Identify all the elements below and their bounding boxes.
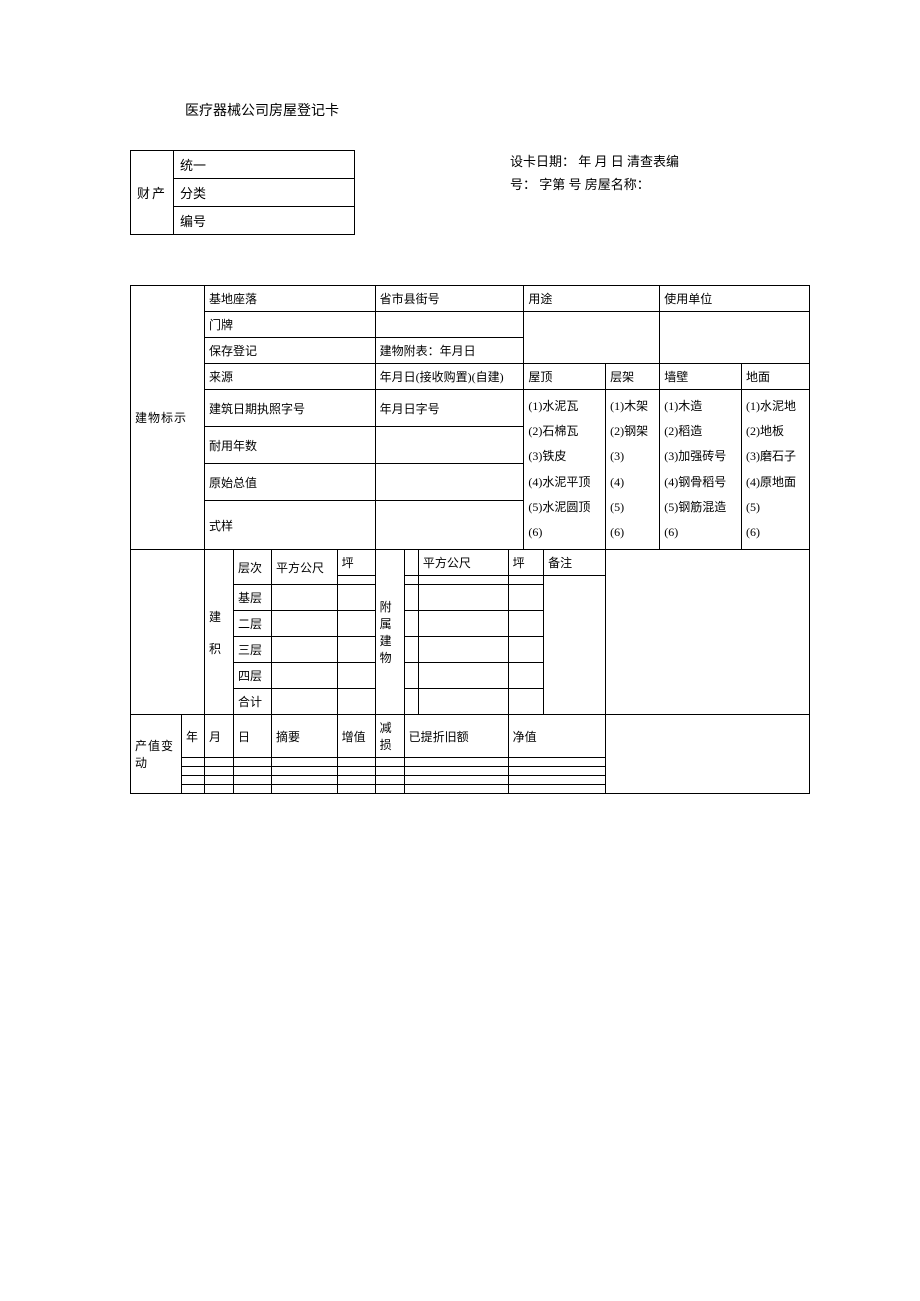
remark-body	[606, 550, 810, 715]
floor-surface-label: 地面	[742, 364, 810, 390]
door-label: 门牌	[205, 312, 376, 338]
source-value: 年月日(接收购置)(自建)	[375, 364, 524, 390]
frame-items: (1)木架 (2)钢架 (3) (4) (5) (6)	[606, 390, 660, 550]
style-label: 式样	[205, 501, 376, 550]
remark-label: 备注	[544, 550, 606, 576]
empty-left	[131, 550, 205, 715]
remark-empty	[544, 576, 606, 715]
att-r3-c1	[404, 637, 418, 663]
building-label: 建物标示	[131, 286, 205, 550]
third-ping	[337, 637, 375, 663]
decrease-label: 减损	[375, 715, 404, 758]
main-table: 建物标示 基地座落 省市县街号 用途 使用单位 门牌 保存登记 建物附表：年月日…	[130, 285, 810, 794]
usage-value	[524, 312, 660, 364]
frame-label: 层架	[606, 364, 660, 390]
att-r3-c3	[508, 637, 544, 663]
unit-value	[660, 312, 810, 364]
base-location-value: 省市县街号	[375, 286, 524, 312]
source-label: 来源	[205, 364, 376, 390]
att-r1-c3	[508, 585, 544, 611]
unified-label: 统一	[174, 151, 355, 179]
att-r5-c3	[508, 689, 544, 715]
attached-c3r2	[508, 576, 544, 585]
unit-label: 使用单位	[660, 286, 810, 312]
usage-label: 用途	[524, 286, 660, 312]
preserve-value: 建物附表：年月日	[375, 338, 524, 364]
roof-label: 屋顶	[524, 364, 606, 390]
depreciation-label: 已提折旧额	[404, 715, 508, 758]
increase-label: 增值	[337, 715, 375, 758]
base-sqm	[272, 585, 338, 611]
second-sqm	[272, 611, 338, 637]
month-label: 月	[205, 715, 234, 758]
att-r2-c2	[418, 611, 508, 637]
property-side-label: 财产	[131, 151, 174, 235]
second-ping	[337, 611, 375, 637]
att-r3-c2	[418, 637, 508, 663]
build-date-value: 年月日字号	[375, 390, 524, 427]
fourth-floor-label: 四层	[234, 663, 272, 689]
card-date-line: 设卡日期： 年 月 日 清查表编	[510, 150, 679, 173]
build-area-label: 建 积	[205, 550, 234, 715]
number-label: 编号	[174, 207, 355, 235]
value-change-right-empty	[606, 715, 810, 794]
ping2-label: 坪	[508, 550, 544, 576]
build-date-label: 建筑日期执照字号	[205, 390, 376, 427]
roof-items: (1)水泥瓦 (2)石棉瓦 (3)铁皮 (4)水泥平顶 (5)水泥圆顶 (6)	[524, 390, 606, 550]
att-r4-c1	[404, 663, 418, 689]
preserve-label: 保存登记	[205, 338, 376, 364]
third-floor-label: 三层	[234, 637, 272, 663]
net-value-label: 净值	[508, 715, 606, 758]
attached-col1	[404, 550, 418, 576]
door-value	[375, 312, 524, 338]
att-r4-c2	[418, 663, 508, 689]
useful-years-label: 耐用年数	[205, 427, 376, 464]
attached-label: 附属建物	[375, 550, 404, 715]
ping-empty	[337, 576, 375, 585]
orig-value-value	[375, 464, 524, 501]
ping-label: 坪	[337, 550, 375, 576]
att-r2-c1	[404, 611, 418, 637]
header-row: 财产 统一 分类 编号 设卡日期： 年 月 日 清查表编 号： 字第 号 房屋名…	[130, 150, 810, 235]
total-ping	[337, 689, 375, 715]
value-change-label: 产值变动	[131, 715, 182, 794]
base-ping	[337, 585, 375, 611]
orig-value-label: 原始总值	[205, 464, 376, 501]
att-r1-c1	[404, 585, 418, 611]
summary-label: 摘要	[272, 715, 338, 758]
sqm2-label: 平方公尺	[418, 550, 508, 576]
att-r2-c3	[508, 611, 544, 637]
third-sqm	[272, 637, 338, 663]
page-title: 医疗器械公司房屋登记卡	[185, 100, 810, 120]
wall-label: 墙壁	[660, 364, 742, 390]
year-label: 年	[182, 715, 205, 758]
day-label: 日	[234, 715, 272, 758]
att-r1-c2	[418, 585, 508, 611]
second-floor-label: 二层	[234, 611, 272, 637]
att-r4-c3	[508, 663, 544, 689]
header-right: 设卡日期： 年 月 日 清查表编 号： 字第 号 房屋名称：	[510, 150, 679, 235]
sqm-label: 平方公尺	[272, 550, 338, 585]
att-r5-c2	[418, 689, 508, 715]
level-label: 层次	[234, 550, 272, 585]
attached-c1r2	[404, 576, 418, 585]
wall-items: (1)木造 (2)稻造 (3)加强砖号 (4)钢骨稻号 (5)钢筋混造 (6)	[660, 390, 742, 550]
fourth-sqm	[272, 663, 338, 689]
style-value	[375, 501, 524, 550]
floor-items: (1)水泥地 (2)地板 (3)磨石子 (4)原地面 (5) (6)	[742, 390, 810, 550]
useful-years-value	[375, 427, 524, 464]
check-number-line: 号： 字第 号 房屋名称：	[510, 173, 679, 196]
att-r5-c1	[404, 689, 418, 715]
category-label: 分类	[174, 179, 355, 207]
total-label: 合计	[234, 689, 272, 715]
attached-c2r2	[418, 576, 508, 585]
fourth-ping	[337, 663, 375, 689]
base-floor-label: 基层	[234, 585, 272, 611]
property-code-table: 财产 统一 分类 编号	[130, 150, 355, 235]
base-location-label: 基地座落	[205, 286, 376, 312]
total-sqm	[272, 689, 338, 715]
